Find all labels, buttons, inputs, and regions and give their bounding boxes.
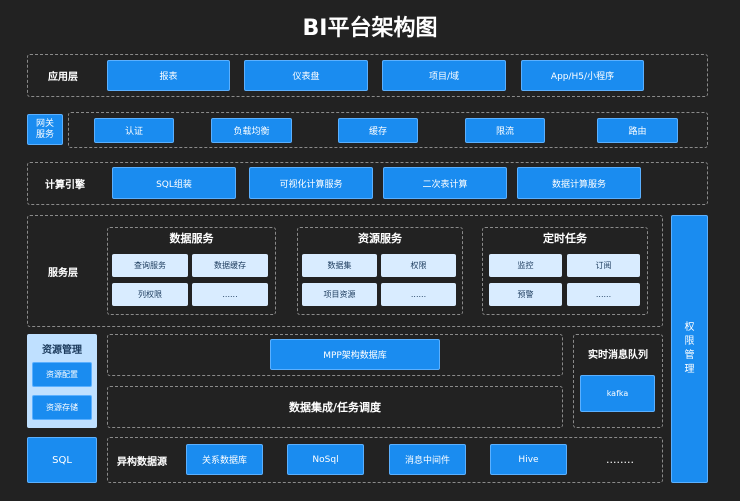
compute-item-data-compute[interactable]: 数据计算服务 xyxy=(517,167,641,199)
app-item-mobile[interactable]: App/H5/小程序 xyxy=(521,60,644,91)
data-integration-label: 数据集成/任务调度 xyxy=(288,401,382,414)
mpp-database[interactable]: MPP架构数据库 xyxy=(270,339,440,370)
data-service-item-cache[interactable]: 数据缓存 xyxy=(192,254,268,277)
data-service-item-query[interactable]: 查询服务 xyxy=(112,254,188,277)
app-item-project-domain[interactable]: 项目/域 xyxy=(382,60,506,91)
resource-config-button[interactable]: 资源配置 xyxy=(32,362,92,387)
gateway-item-auth[interactable]: 认证 xyxy=(94,118,174,143)
message-queue-label: 实时消息队列 xyxy=(588,349,648,361)
compute-item-visual[interactable]: 可视化计算服务 xyxy=(249,167,373,199)
app-item-report[interactable]: 报表 xyxy=(107,60,230,91)
kafka-item[interactable]: kafka xyxy=(580,375,655,412)
app-layer-label: 应用层 xyxy=(48,72,78,83)
scheduled-task-item-subscribe[interactable]: 订阅 xyxy=(567,254,640,277)
scheduled-task-title: 定时任务 xyxy=(543,232,587,245)
resource-service-item-permission[interactable]: 权限 xyxy=(381,254,456,277)
datasource-item-more: ........ xyxy=(606,453,634,466)
datasource-item-nosql[interactable]: NoSql xyxy=(287,444,364,475)
datasource-label: 异构数据源 xyxy=(117,456,167,468)
data-service-item-column-permission[interactable]: 列权限 xyxy=(112,283,188,306)
resource-service-title: 资源服务 xyxy=(358,232,402,245)
resource-service-item-dataset[interactable]: 数据集 xyxy=(302,254,377,277)
gateway-item-rate-limit[interactable]: 限流 xyxy=(465,118,545,143)
gateway-item-routing[interactable]: 路由 xyxy=(597,118,678,143)
datasource-item-message-middleware[interactable]: 消息中间件 xyxy=(389,444,466,475)
resource-service-item-more[interactable]: ...... xyxy=(381,283,456,306)
datasource-item-relational[interactable]: 关系数据库 xyxy=(186,444,263,475)
permission-management[interactable]: 权 限 管 理 xyxy=(671,215,708,483)
page-title: BI平台架构图 xyxy=(302,16,438,41)
service-layer-label: 服务层 xyxy=(48,267,78,279)
data-service-item-more[interactable]: ...... xyxy=(192,283,268,306)
scheduled-task-item-more[interactable]: ...... xyxy=(567,283,640,306)
compute-engine-label: 计算引擎 xyxy=(45,180,85,191)
gateway-item-load-balance[interactable]: 负载均衡 xyxy=(211,118,292,143)
gateway-item-cache[interactable]: 缓存 xyxy=(338,118,418,143)
data-service-title: 数据服务 xyxy=(169,232,214,245)
scheduled-task-item-monitor[interactable]: 监控 xyxy=(489,254,562,277)
resource-service-item-project-resource[interactable]: 项目资源 xyxy=(302,283,377,306)
sql-box[interactable]: SQL xyxy=(27,437,97,483)
compute-item-secondary[interactable]: 二次表计算 xyxy=(383,167,507,199)
resource-storage-button[interactable]: 资源存储 xyxy=(32,395,92,420)
datasource-item-hive[interactable]: Hive xyxy=(490,444,567,475)
resource-management-label: 资源管理 xyxy=(42,344,82,356)
app-item-dashboard[interactable]: 仪表盘 xyxy=(244,60,368,91)
scheduled-task-item-alert[interactable]: 预警 xyxy=(489,283,562,306)
compute-item-sql[interactable]: SQL组装 xyxy=(112,167,236,199)
gateway-service-label: 网关 服务 xyxy=(27,114,63,145)
